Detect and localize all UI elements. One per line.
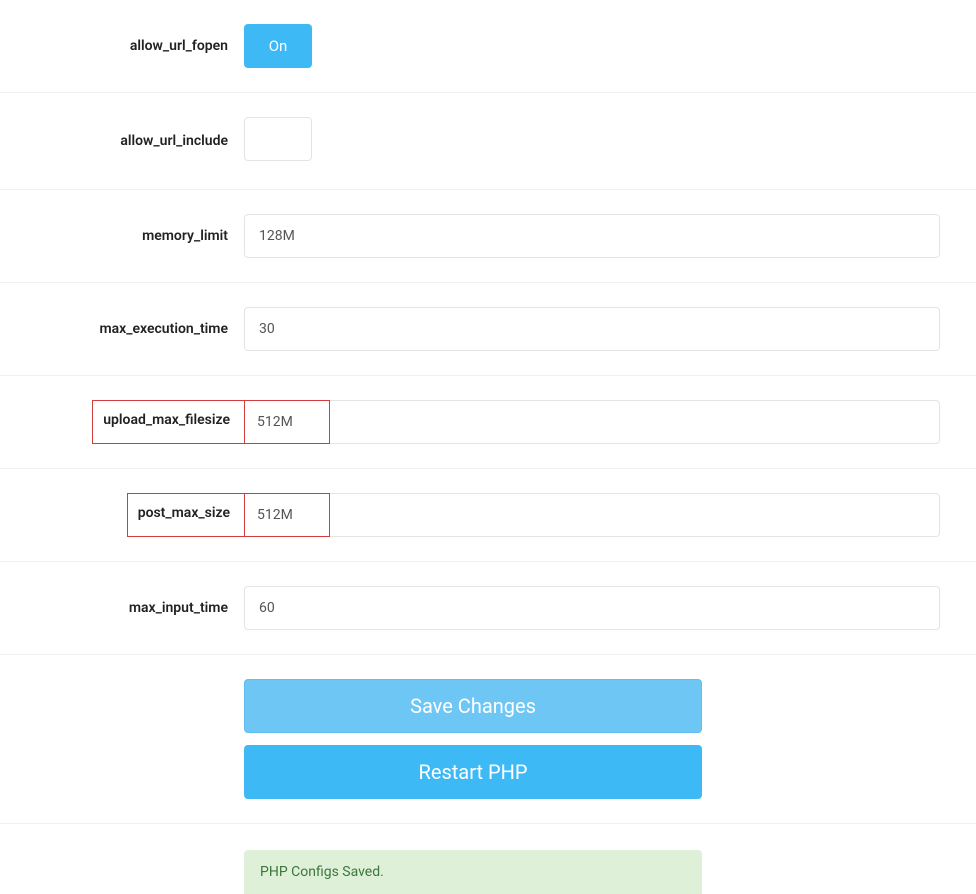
- field-max-input-time: [244, 586, 976, 630]
- row-save-button: Save Changes: [0, 655, 976, 741]
- row-max-input-time: max_input_time: [0, 562, 976, 655]
- field-post-max-size: [244, 493, 976, 537]
- input-post-max-size[interactable]: [244, 493, 330, 537]
- label-post-max-size: post_max_size: [127, 493, 245, 537]
- label-allow-url-include: allow_url_include: [0, 133, 244, 149]
- label-col-upload-max-filesize: upload_max_filesize: [0, 400, 244, 444]
- field-upload-max-filesize: [244, 400, 976, 444]
- row-memory-limit: memory_limit: [0, 190, 976, 283]
- input-rest-post-max-size[interactable]: [330, 493, 940, 537]
- input-rest-upload-max-filesize[interactable]: [330, 400, 940, 444]
- field-max-execution-time: [244, 307, 976, 351]
- label-max-input-time: max_input_time: [0, 600, 244, 616]
- field-memory-limit: [244, 214, 976, 258]
- label-max-execution-time: max_execution_time: [0, 321, 244, 337]
- row-max-execution-time: max_execution_time: [0, 283, 976, 376]
- save-changes-button[interactable]: Save Changes: [244, 679, 702, 733]
- field-allow-url-fopen: On: [244, 24, 976, 68]
- label-col-post-max-size: post_max_size: [0, 493, 244, 537]
- php-config-form: allow_url_fopen On allow_url_include mem…: [0, 0, 976, 894]
- restart-php-button[interactable]: Restart PHP: [244, 745, 702, 799]
- input-upload-max-filesize[interactable]: [244, 400, 330, 444]
- row-restart-button: Restart PHP: [0, 741, 976, 824]
- row-upload-max-filesize: upload_max_filesize: [0, 376, 976, 469]
- alert-saved: PHP Configs Saved.: [244, 850, 702, 894]
- field-allow-url-include: [244, 117, 976, 165]
- toggle-allow-url-fopen[interactable]: On: [244, 24, 312, 68]
- row-post-max-size: post_max_size: [0, 469, 976, 562]
- row-allow-url-fopen: allow_url_fopen On: [0, 0, 976, 93]
- label-memory-limit: memory_limit: [0, 228, 244, 244]
- row-allow-url-include: allow_url_include: [0, 93, 976, 190]
- input-max-input-time[interactable]: [244, 586, 940, 630]
- label-allow-url-fopen: allow_url_fopen: [0, 38, 244, 54]
- row-alert: PHP Configs Saved.: [0, 824, 976, 894]
- label-upload-max-filesize: upload_max_filesize: [92, 400, 245, 444]
- toggle-allow-url-include[interactable]: [244, 117, 312, 161]
- input-max-execution-time[interactable]: [244, 307, 940, 351]
- input-memory-limit[interactable]: [244, 214, 940, 258]
